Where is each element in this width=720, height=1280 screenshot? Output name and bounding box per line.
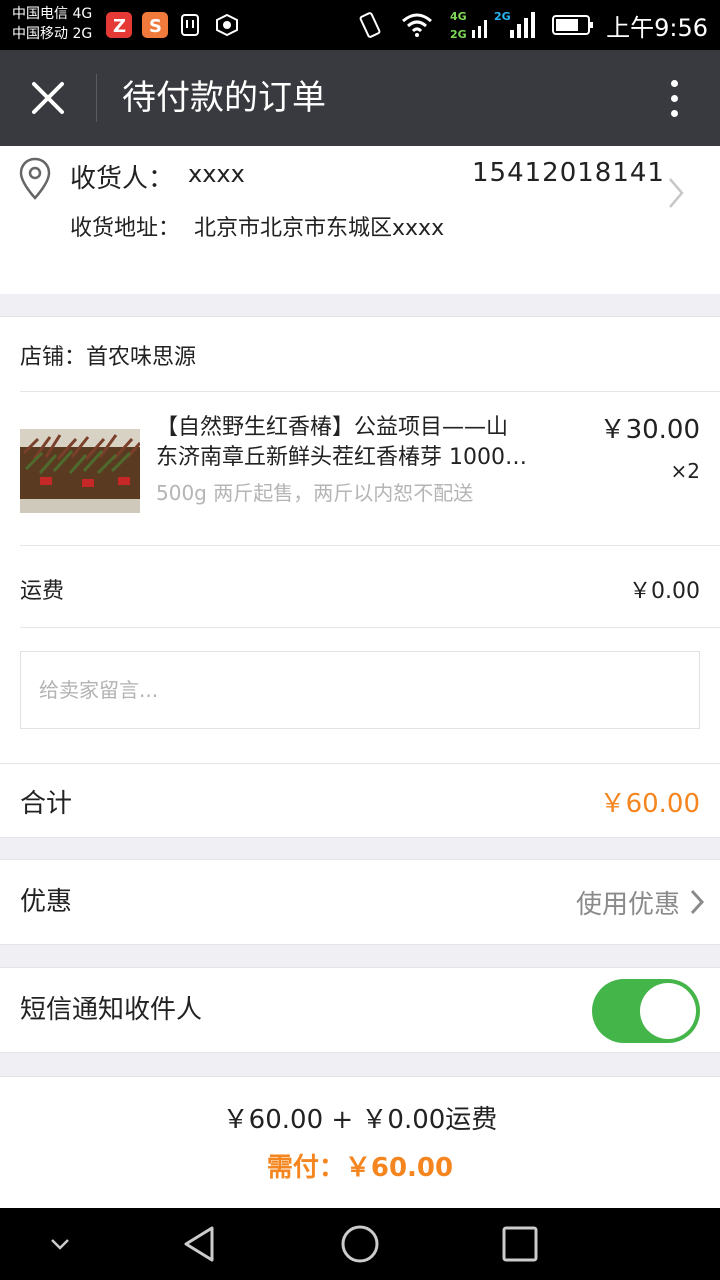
receiver-phone: 15412018141 [472,158,665,188]
amount-due: 需付：￥60.00 [266,1153,454,1183]
use-discount-label: 使用优惠 [575,889,680,920]
sms-notify-row: 短信通知收件人 [0,967,720,1053]
battery-icon [552,15,594,35]
divider [0,763,720,764]
shipping-address-card[interactable]: 收货人： xxxx 15412018141 收货地址： 北京市北京市东城区xxxx [0,146,720,294]
chevron-right-icon [669,178,684,208]
carrier-info: 中国电信 4G 中国移动 2G [12,4,92,44]
use-discount-button[interactable]: 使用优惠 [576,860,706,944]
divider [20,627,720,628]
product-title-line2: 东济南章丘新鲜头茬红香椿芽 1000克装 [156,445,548,470]
nav-home-button[interactable] [330,1208,390,1280]
receiver-label: 收货人： [70,164,175,194]
carrier-2: 中国移动 2G [12,26,93,42]
shipping-fee-label: 运费 [20,579,65,604]
toggle-knob [640,983,696,1039]
divider [20,391,720,392]
usb-icon [178,12,204,38]
divider [20,545,720,546]
svg-text:2G: 2G [450,28,467,41]
discount-row[interactable]: 优惠 使用优惠 [0,859,720,945]
receiver-name: xxxx [188,160,245,188]
total-label: 合计 [20,789,73,819]
status-bar: 中国电信 4G 中国移动 2G Z S 4G 2G 2G 上午9:56 [0,0,720,50]
seller-message-input[interactable] [20,651,700,729]
product-spec: 500g 两斤起售，两斤以内恕不配送 [156,481,474,505]
svg-text:Z: Z [113,16,126,37]
nav-recents-button[interactable] [490,1208,550,1280]
product-price: ￥30.00 [599,415,700,445]
price-breakdown: ￥60.00 + ￥0.00运费 [222,1105,498,1135]
svg-text:2G: 2G [494,10,511,23]
address-label: 收货地址： [70,216,181,241]
vibrate-icon [359,12,381,38]
product-quantity: ×2 [670,459,700,483]
sms-notify-label: 短信通知收件人 [20,995,203,1025]
order-section: 店铺：首农味思源 【自然野生红香椿】公益项目——山 东济南章丘新鲜头茬红香椿芽 … [0,316,720,838]
total-value: ￥60.00 [599,789,700,819]
more-button[interactable] [664,76,684,120]
sogou-icon: S [142,12,168,38]
nav-home-icon [341,1225,379,1263]
address-line: 收货地址： 北京市北京市东城区xxxx [70,210,444,242]
carrier-1: 中国电信 4G [12,6,93,22]
nav-collapse-button[interactable] [30,1208,90,1280]
svg-text:S: S [149,16,162,37]
signal-icon: 4G 2G 2G [450,10,536,41]
shipping-fee-value: ￥0.00 [629,579,700,604]
payment-summary: ￥60.00 + ￥0.00运费 需付：￥60.00 [0,1076,720,1208]
clock: 上午9:56 [606,13,708,42]
chevron-right-icon [690,889,705,915]
wifi-icon [402,13,433,37]
product-title-line1: 【自然野生红香椿】公益项目——山 [156,415,509,440]
page-title: 待付款的订单 [122,78,326,118]
close-icon [32,82,64,114]
title-divider [96,74,97,122]
product-image[interactable] [20,429,140,513]
discount-label: 优惠 [20,887,73,917]
close-button[interactable] [22,72,74,124]
nav-collapse-icon [51,1239,69,1250]
system-nav-bar [0,1208,720,1280]
sms-notify-toggle[interactable] [592,979,700,1043]
shop-name: 店铺：首农味思源 [20,345,197,370]
app-notification-icon: Z [106,12,132,38]
product-title[interactable]: 【自然野生红香椿】公益项目——山 东济南章丘新鲜头茬红香椿芽 1000克装 [156,413,556,473]
nav-recents-icon [502,1226,538,1262]
status-right: 4G 2G 2G 上午9:56 [356,8,708,42]
hand-icon [214,12,240,38]
location-pin-icon [19,157,51,200]
nav-back-button[interactable] [170,1208,230,1280]
nav-back-icon [184,1226,214,1262]
title-bar: 待付款的订单 [0,50,720,146]
more-vertical-icon [664,80,684,117]
svg-text:4G: 4G [450,10,467,23]
address-value: 北京市北京市东城区xxxx [194,216,445,241]
